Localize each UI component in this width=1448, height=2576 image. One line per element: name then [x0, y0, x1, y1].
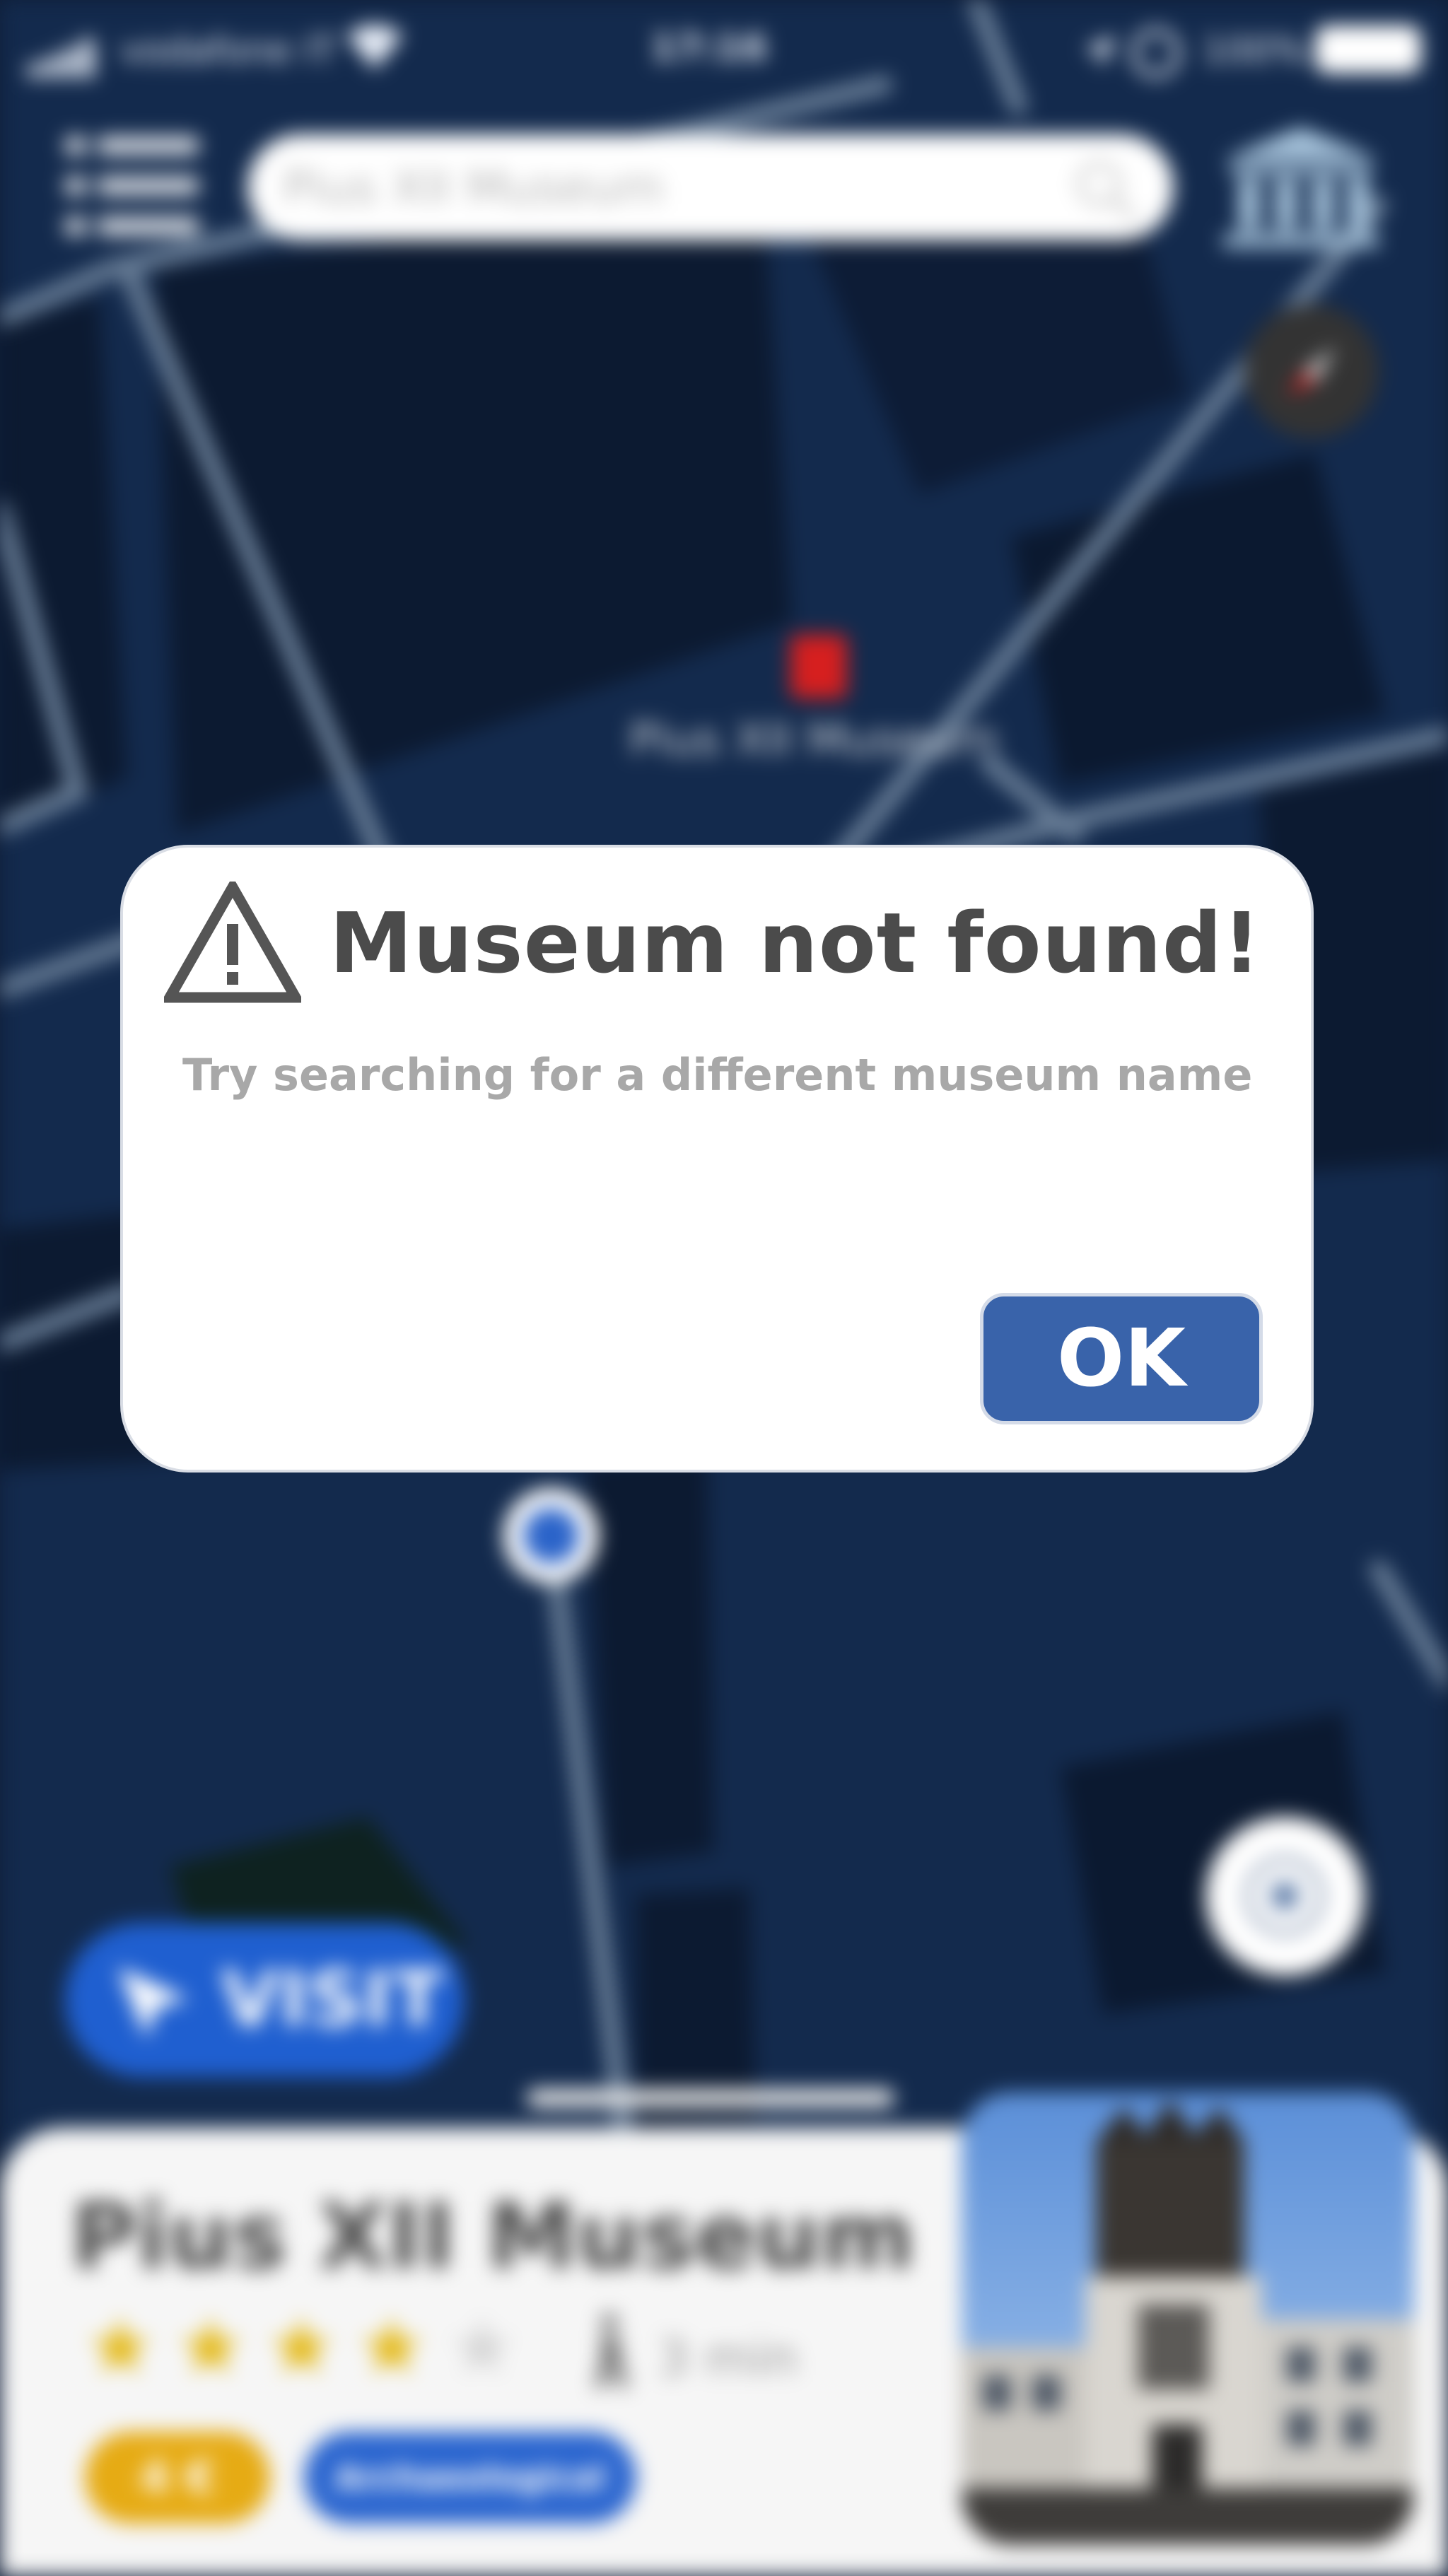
location-services-icon	[1083, 35, 1116, 68]
wifi-icon	[346, 25, 403, 69]
search-bar[interactable]	[247, 134, 1174, 240]
visit-button-label: VISIT	[221, 1955, 444, 2044]
signal-strength-icon	[28, 39, 94, 78]
alarm-icon	[1131, 28, 1181, 78]
recenter-button[interactable]	[1205, 1817, 1365, 1976]
battery-icon	[1315, 25, 1421, 74]
museum-map-marker[interactable]	[790, 635, 847, 698]
visit-button[interactable]: VISIT	[65, 1923, 465, 2077]
user-location-dot	[503, 1488, 599, 1583]
navigation-arrow-icon	[118, 1967, 189, 2038]
status-bar: vodafone IT 17:16 100%	[0, 0, 1448, 106]
battery-percentage: 100%	[1202, 30, 1307, 72]
alert-dialog: Museum not found! Try searching for a di…	[120, 845, 1314, 1473]
menu-list-icon[interactable]	[65, 133, 199, 239]
star-filled-icon: ★	[356, 2301, 428, 2393]
walk-time: 3 min	[658, 2329, 798, 2387]
ok-button[interactable]: OK	[980, 1293, 1263, 1424]
warning-icon	[164, 882, 301, 1003]
museum-photo[interactable]	[962, 2092, 1414, 2545]
sheet-drag-handle[interactable]	[527, 2089, 894, 2107]
dialog-title: Museum not found!	[329, 894, 1261, 992]
star-filled-icon: ★	[266, 2301, 337, 2393]
star-filled-icon: ★	[85, 2301, 156, 2393]
clock: 17:16	[650, 27, 768, 69]
rating-stars: ★ ★ ★ ★ ★	[85, 2301, 537, 2393]
dialog-message: Try searching for a different museum nam…	[182, 1049, 1253, 1101]
search-icon[interactable]	[1071, 156, 1138, 223]
star-empty-icon: ★	[447, 2301, 518, 2393]
compass-icon	[1287, 346, 1336, 396]
map-poi-label: Pius XII Museum	[629, 714, 999, 766]
locate-me-icon	[1244, 1855, 1326, 1937]
carrier-name: vodafone IT	[120, 30, 337, 72]
category-badge[interactable]: Archaeological	[304, 2432, 636, 2524]
search-input[interactable]	[283, 156, 1046, 219]
museum-title: Pius XII Museum	[71, 2184, 916, 2290]
star-filled-icon: ★	[175, 2301, 247, 2393]
compass-button[interactable]	[1244, 304, 1379, 438]
museum-building-icon[interactable]	[1223, 127, 1379, 247]
walking-person-icon	[594, 2313, 629, 2388]
price-badge: 4 €	[85, 2432, 270, 2524]
